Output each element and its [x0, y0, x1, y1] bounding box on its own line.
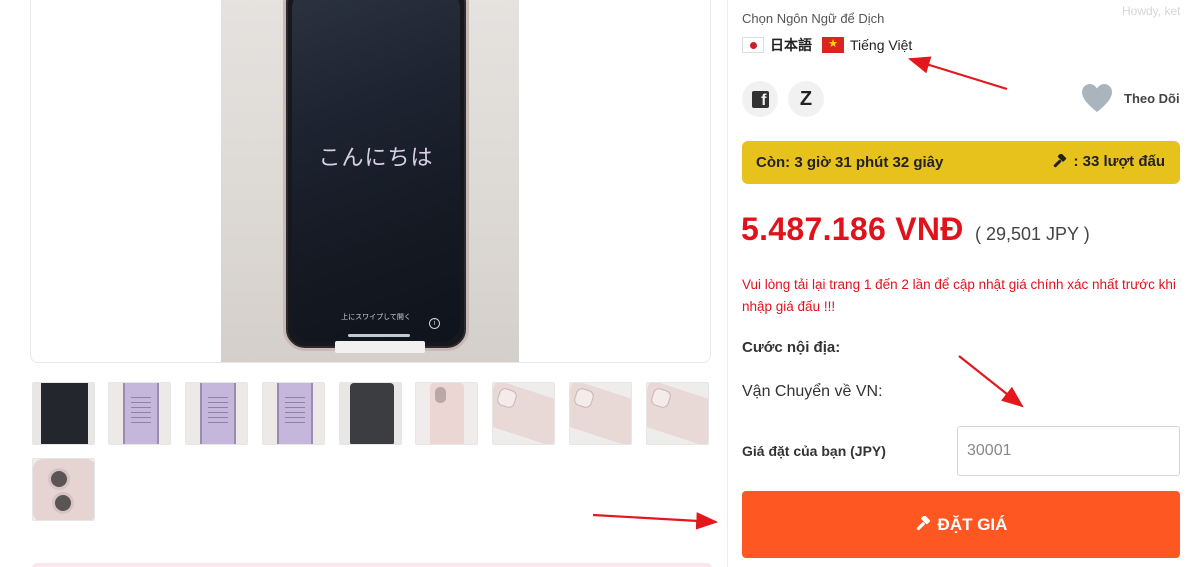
phone-photo: こんにちは 上にスワイプして開く i — [283, 0, 469, 351]
place-bid-label: ĐẶT GIÁ — [937, 514, 1008, 534]
gavel-icon — [1054, 153, 1067, 167]
language-option-label: 日本語 — [770, 37, 812, 53]
heart-icon[interactable] — [1081, 83, 1113, 113]
screen-greeting: こんにちは — [318, 146, 434, 171]
follow-button[interactable]: Theo Dõi — [1124, 91, 1180, 106]
gallery-thumbnail[interactable] — [32, 382, 95, 445]
language-title: Chọn Ngôn Ngữ để Dịch — [742, 11, 885, 26]
gallery-thumbnail[interactable] — [492, 382, 555, 445]
column-divider — [727, 0, 728, 567]
refresh-notice: Vui lòng tải lại trang 1 đến 2 lần để cậ… — [742, 277, 1176, 314]
annotation-arrow — [592, 512, 719, 530]
gallery-thumbnail[interactable] — [108, 382, 171, 445]
phone-stand — [335, 341, 425, 353]
facebook-icon — [751, 90, 769, 110]
gallery-thumbnail[interactable] — [32, 458, 95, 521]
vietnam-flag-icon — [822, 37, 844, 53]
share-zalo-button[interactable]: Z — [788, 81, 824, 117]
zalo-icon: Z — [799, 87, 813, 110]
gallery-thumbnail[interactable] — [569, 382, 632, 445]
japan-flag-icon — [742, 37, 764, 53]
user-greeting[interactable]: Howdy, ket — [1122, 4, 1180, 18]
current-price-jpy: ( 29,501 JPY ) — [975, 224, 1090, 244]
share-facebook-button[interactable] — [742, 81, 778, 117]
gavel-icon — [916, 516, 930, 531]
language-option-vietnamese[interactable]: Tiếng Việt — [822, 36, 912, 54]
gallery-thumbnail[interactable] — [646, 382, 709, 445]
product-main-image[interactable]: こんにちは 上にスワイプして開く i — [30, 0, 711, 363]
gallery-thumbnail[interactable] — [262, 382, 325, 445]
bid-count-label: : 33 lượt đấu — [1073, 153, 1165, 170]
gallery-thumbnail[interactable] — [415, 382, 478, 445]
auction-timer-bar: Còn: 3 giờ 31 phút 32 giây : 33 lượt đấu — [742, 141, 1180, 184]
bid-amount-input[interactable] — [957, 426, 1180, 476]
shipping-vn-label: Vận Chuyển về VN: — [742, 383, 883, 400]
section-strip — [32, 563, 712, 567]
language-option-japanese[interactable]: 日本語 — [742, 36, 812, 54]
home-indicator — [348, 334, 410, 337]
gallery-thumbnail[interactable] — [339, 382, 402, 445]
annotation-arrow — [907, 56, 1008, 91]
time-remaining: Còn: 3 giờ 31 phút 32 giây — [756, 154, 944, 171]
gallery-thumbnail[interactable] — [185, 382, 248, 445]
your-bid-label: Giá đặt của bạn (JPY) — [742, 443, 886, 459]
domestic-shipping-label: Cước nội địa: — [742, 339, 841, 356]
current-price-vnd: 5.487.186 VNĐ — [741, 211, 964, 247]
info-icon: i — [429, 318, 440, 329]
bid-count: : 33 lượt đấu — [1052, 153, 1165, 170]
annotation-arrow — [958, 355, 1024, 408]
phone-screen: こんにちは 上にスワイプして開く i — [292, 0, 460, 342]
language-option-label: Tiếng Việt — [850, 37, 913, 53]
place-bid-button[interactable]: ĐẶT GIÁ — [742, 491, 1180, 558]
